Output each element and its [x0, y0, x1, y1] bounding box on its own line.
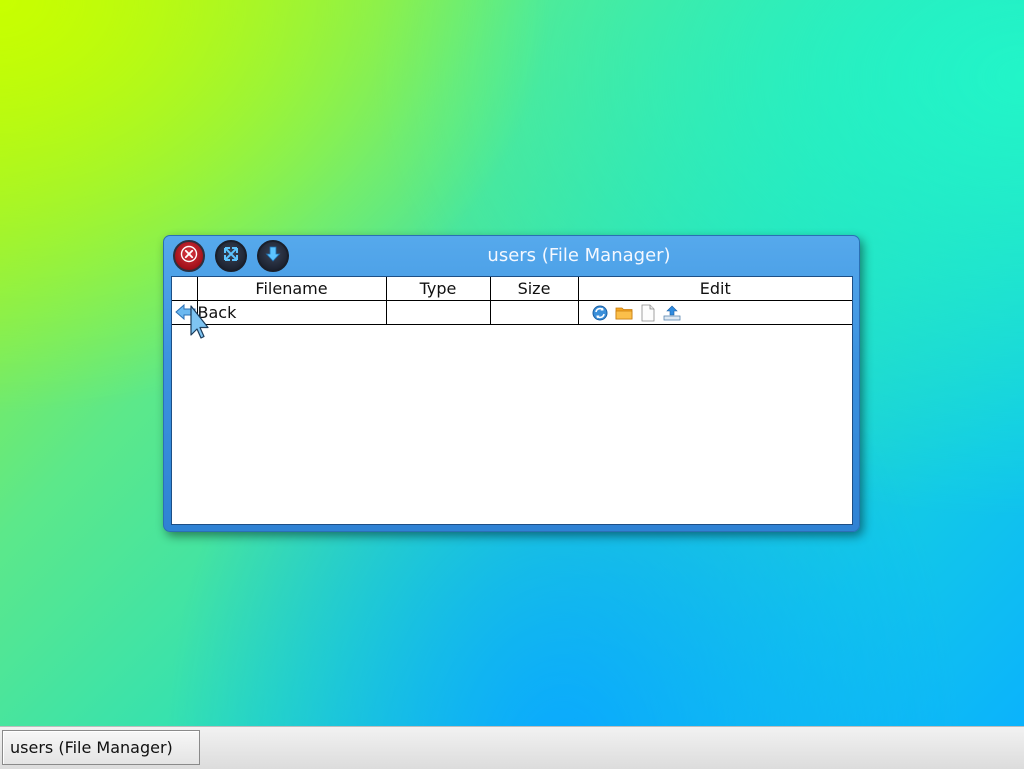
- new-folder-icon[interactable]: [615, 304, 633, 322]
- window-title: users (File Manager): [487, 245, 671, 266]
- file-list-panel: Filename Type Size Edit Back: [171, 276, 853, 525]
- mouse-cursor-icon: [190, 305, 210, 343]
- column-header-filename[interactable]: Filename: [196, 277, 387, 301]
- type-cell: [385, 300, 491, 325]
- column-header-size[interactable]: Size: [489, 277, 579, 301]
- taskbar: users (File Manager): [0, 726, 1024, 769]
- file-table: Filename Type Size Edit Back: [172, 277, 852, 325]
- table-header-row: Filename Type Size Edit: [172, 277, 852, 301]
- window-titlebar[interactable]: users (File Manager): [164, 236, 859, 276]
- column-header-edit: Edit: [577, 277, 852, 301]
- maximize-icon: [222, 245, 240, 267]
- close-button[interactable]: [173, 240, 205, 272]
- file-manager-window: users (File Manager) Filename Type Size …: [163, 235, 860, 532]
- column-header-icon: [172, 277, 198, 301]
- maximize-button[interactable]: [215, 240, 247, 272]
- minimize-icon: [264, 245, 282, 267]
- close-icon: [180, 245, 198, 267]
- edit-cell: [577, 300, 852, 325]
- refresh-icon[interactable]: [591, 304, 609, 322]
- size-cell: [489, 300, 579, 325]
- minimize-button[interactable]: [257, 240, 289, 272]
- taskbar-item-file-manager[interactable]: users (File Manager): [2, 730, 200, 765]
- new-file-icon[interactable]: [639, 304, 657, 322]
- filename-cell[interactable]: Back: [196, 300, 387, 325]
- column-header-type[interactable]: Type: [385, 277, 491, 301]
- table-row[interactable]: Back: [172, 300, 852, 325]
- upload-icon[interactable]: [663, 304, 681, 322]
